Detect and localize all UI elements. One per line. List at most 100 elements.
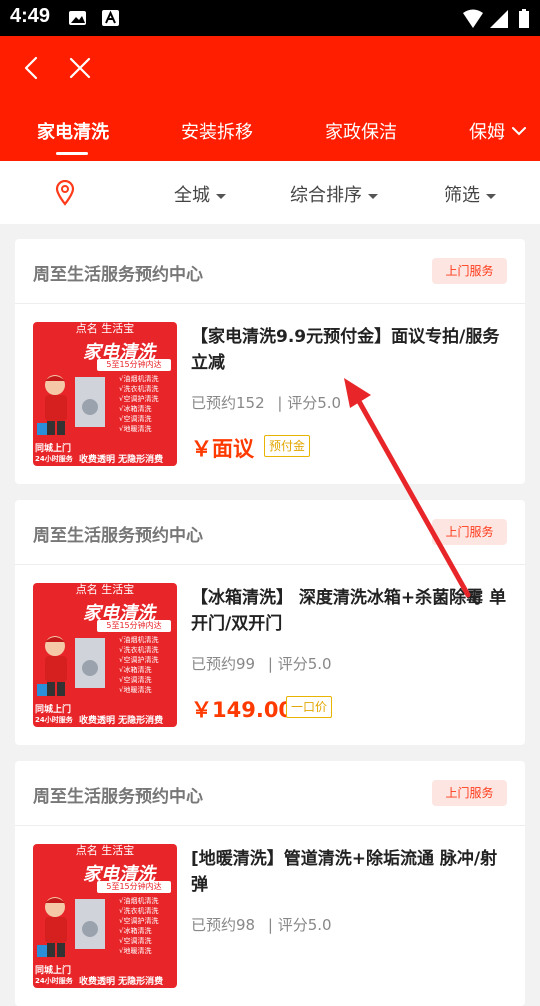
thumb-footer: 收费透明 无隐形消费: [79, 455, 164, 465]
price-tag: 预付金: [264, 435, 311, 457]
thumb-left-line1: 同城上门: [35, 705, 72, 715]
thumb-list-item: √洗衣机清洗: [119, 646, 159, 654]
price: ￥面议: [191, 437, 254, 461]
thumb-subtitle: 5至15分钟内达: [97, 881, 171, 893]
tab-install-remove[interactable]: 安装拆移: [181, 118, 253, 144]
card-header: 周至生活服务预约中心 上门服务: [15, 761, 525, 826]
booked-count: 已预约152: [191, 394, 265, 412]
tab-housekeeping[interactable]: 家政保洁: [325, 118, 397, 144]
thumb-list-item: √空调清洗: [119, 937, 152, 945]
thumb-list-item: √空调清洗: [119, 676, 152, 684]
thumb-subtitle: 5至15分钟内达: [97, 620, 171, 632]
tab-appliance-cleaning[interactable]: 家电清洗: [37, 118, 109, 144]
city-filter-label: 全城: [174, 185, 210, 206]
caret-down-icon: [486, 193, 496, 199]
thumb-left-line2: 24小时服务: [35, 716, 73, 724]
shop-name[interactable]: 周至生活服务预约中心: [33, 521, 203, 546]
product-stats: 已预约152 | 评分5.0: [191, 392, 341, 413]
close-icon[interactable]: [62, 50, 98, 86]
service-card[interactable]: 周至生活服务预约中心 上门服务 点名 生活宝 家电清洗 5至15分钟内达 √油烟…: [15, 239, 525, 484]
more-filter-label: 筛选: [444, 185, 480, 206]
thumb-brand: 点名 生活宝: [75, 844, 135, 857]
caret-down-icon: [216, 193, 226, 199]
thumb-left-caption: 同城上门 24小时服务: [35, 444, 73, 464]
worker-illustration-icon: [37, 375, 105, 435]
thumb-left-line2: 24小时服务: [35, 455, 73, 463]
product-title[interactable]: 【冰箱清洗】 深度清洗冰箱+杀菌除霉 单开门/双开门: [191, 585, 511, 637]
rating: | 评分5.0: [267, 655, 332, 673]
city-filter[interactable]: 全城: [174, 181, 226, 207]
thumb-service-list: √油烟机清洗 √洗衣机清洗 √空调护清洗 √冰箱清洗 √空调清洗 √地暖清洗: [119, 896, 158, 956]
service-badge: 上门服务: [432, 519, 507, 545]
service-card[interactable]: 周至生活服务预约中心 上门服务 点名 生活宝 家电清洗 5至15分钟内达 √油烟…: [15, 500, 525, 745]
card-header: 周至生活服务预约中心 上门服务: [15, 500, 525, 565]
service-badge: 上门服务: [432, 258, 507, 284]
shop-name[interactable]: 周至生活服务预约中心: [33, 260, 203, 285]
thumb-left-caption: 同城上门 24小时服务: [35, 966, 73, 986]
thumb-list-item: √洗衣机清洗: [119, 385, 159, 393]
caret-down-icon: [368, 193, 378, 199]
thumb-list-item: √洗衣机清洗: [119, 907, 159, 915]
product-thumbnail[interactable]: 点名 生活宝 家电清洗 5至15分钟内达 √油烟机清洗 √洗衣机清洗 √空调护清…: [33, 583, 177, 727]
thumb-brand: 点名 生活宝: [75, 583, 135, 596]
product-stats: 已预约98 | 评分5.0: [191, 914, 332, 935]
product-title[interactable]: [地暖清洗】管道清洗+除垢流通 脉冲/射弹: [191, 846, 511, 898]
card-header: 周至生活服务预约中心 上门服务: [15, 239, 525, 304]
thumb-list-item: √地暖清洗: [119, 947, 152, 955]
thumb-left-caption: 同城上门 24小时服务: [35, 705, 73, 725]
sort-filter[interactable]: 综合排序: [290, 181, 378, 207]
thumb-list-item: √冰箱清洗: [119, 405, 152, 413]
more-filter[interactable]: 筛选: [444, 181, 496, 207]
category-tabs: 家电清洗 安装拆移 家政保洁 保姆: [0, 108, 540, 161]
thumb-left-line1: 同城上门: [35, 444, 72, 454]
thumb-list-item: √地暖清洗: [119, 686, 152, 694]
thumb-list-item: √空调护清洗: [119, 395, 159, 403]
header: 家电清洗 安装拆移 家政保洁 保姆: [0, 36, 540, 161]
battery-icon: [519, 9, 529, 28]
chevron-down-icon[interactable]: [508, 120, 530, 142]
thumb-brand: 点名 生活宝: [75, 322, 135, 335]
signal-icon: [490, 10, 508, 28]
rating: | 评分5.0: [277, 394, 342, 412]
booked-count: 已预约98: [191, 916, 256, 934]
product-thumbnail[interactable]: 点名 生活宝 家电清洗 5至15分钟内达 √油烟机清洗 √洗衣机清洗 √空调护清…: [33, 844, 177, 988]
thumb-service-list: √油烟机清洗 √洗衣机清洗 √空调护清洗 √冰箱清洗 √空调清洗 √地暖清洗: [119, 635, 158, 695]
wifi-icon: [463, 9, 483, 28]
image-notification-icon: [69, 11, 86, 25]
status-bar: 4:49: [0, 0, 540, 36]
back-icon[interactable]: [14, 50, 50, 86]
booked-count: 已预约99: [191, 655, 256, 673]
product-thumbnail[interactable]: 点名 生活宝 家电清洗 5至15分钟内达 √油烟机清洗 √洗衣机清洗 √空调护清…: [33, 322, 177, 466]
location-pin-icon[interactable]: [54, 180, 76, 206]
thumb-footer: 收费透明 无隐形消费: [79, 977, 164, 987]
thumb-left-line1: 同城上门: [35, 966, 72, 976]
price: ￥149.00: [191, 698, 294, 722]
thumb-list-item: √冰箱清洗: [119, 666, 152, 674]
worker-illustration-icon: [37, 636, 105, 696]
shop-name[interactable]: 周至生活服务预约中心: [33, 782, 203, 807]
thumb-list-item: √油烟机清洗: [119, 897, 159, 905]
service-badge: 上门服务: [432, 780, 507, 806]
thumb-list-item: √空调护清洗: [119, 656, 159, 664]
tab-nanny[interactable]: 保姆: [469, 118, 507, 144]
thumb-subtitle: 5至15分钟内达: [97, 359, 171, 371]
thumb-list-item: √空调护清洗: [119, 917, 159, 925]
worker-illustration-icon: [37, 897, 105, 957]
product-stats: 已预约99 | 评分5.0: [191, 653, 332, 674]
filter-bar: 全城 综合排序 筛选: [0, 161, 540, 224]
thumb-list-item: √冰箱清洗: [119, 927, 152, 935]
product-title[interactable]: 【家电清洗9.9元预付金】面议专拍/服务立减: [191, 324, 511, 376]
rating: | 评分5.0: [267, 916, 332, 934]
sort-filter-label: 综合排序: [290, 185, 362, 206]
price-tag: 一口价: [286, 696, 333, 718]
font-notification-icon: [102, 10, 119, 26]
active-tab-indicator: [56, 152, 88, 155]
thumb-list-item: √地暖清洗: [119, 425, 152, 433]
thumb-service-list: √油烟机清洗 √洗衣机清洗 √空调护清洗 √冰箱清洗 √空调清洗 √地暖清洗: [119, 374, 158, 434]
status-time: 4:49: [10, 5, 51, 27]
thumb-list-item: √油烟机清洗: [119, 636, 159, 644]
thumb-footer: 收费透明 无隐形消费: [79, 716, 164, 726]
thumb-left-line2: 24小时服务: [35, 977, 73, 985]
service-card[interactable]: 周至生活服务预约中心 上门服务 点名 生活宝 家电清洗 5至15分钟内达 √油烟…: [15, 761, 525, 1006]
thumb-list-item: √空调清洗: [119, 415, 152, 423]
